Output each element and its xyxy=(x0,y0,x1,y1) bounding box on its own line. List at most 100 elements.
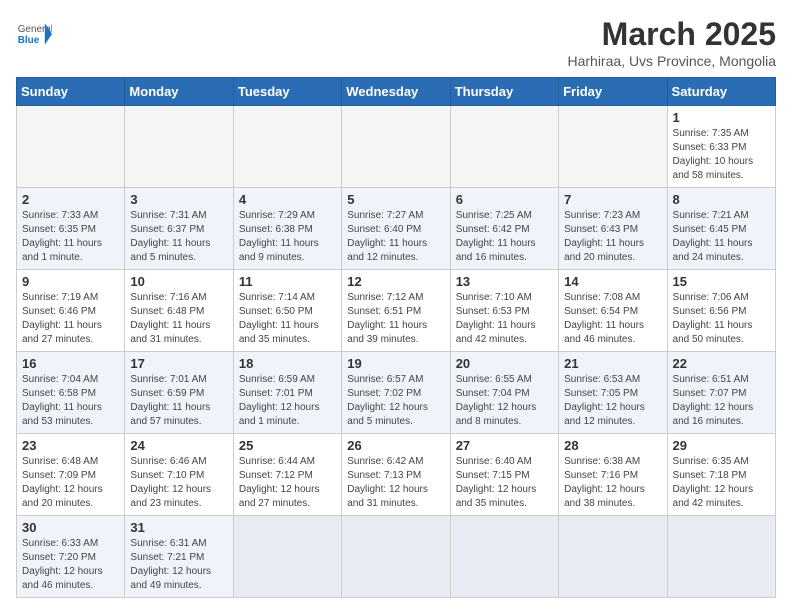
calendar-day-cell: 19 Sunrise: 6:57 AM Sunset: 7:02 PM Dayli… xyxy=(342,352,450,434)
day-number: 17 xyxy=(130,356,227,371)
day-header-friday: Friday xyxy=(559,78,667,106)
calendar-day-cell: 25 Sunrise: 6:44 AM Sunset: 7:12 PM Dayli… xyxy=(233,434,341,516)
logo: General Blue xyxy=(16,16,52,52)
day-info: Sunrise: 6:48 AM Sunset: 7:09 PM Dayligh… xyxy=(22,455,119,511)
calendar-day-cell: 5Sunrise: 7:27 AM Sunset: 6:40 PM Daylig… xyxy=(342,188,450,270)
day-number: 1 xyxy=(673,110,770,125)
day-info: Sunrise: 6:44 AM Sunset: 7:12 PM Dayligh… xyxy=(239,455,336,511)
calendar-day-cell: 29 Sunrise: 6:35 AM Sunset: 7:18 PM Dayli… xyxy=(667,434,775,516)
calendar-day-cell: 13 Sunrise: 7:10 AM Sunset: 6:53 PM Dayli… xyxy=(450,270,558,352)
day-number: 31 xyxy=(130,520,227,535)
calendar-day-cell: 3Sunrise: 7:31 AM Sunset: 6:37 PM Daylig… xyxy=(125,188,233,270)
day-info: Sunrise: 7:10 AM Sunset: 6:53 PM Dayligh… xyxy=(456,291,553,347)
calendar-week-row: 16 Sunrise: 7:04 AM Sunset: 6:58 PM Dayli… xyxy=(17,352,776,434)
calendar-day-cell: 15Sunrise: 7:06 AM Sunset: 6:56 PM Dayli… xyxy=(667,270,775,352)
day-info: Sunrise: 6:38 AM Sunset: 7:16 PM Dayligh… xyxy=(564,455,661,511)
day-info: Sunrise: 6:42 AM Sunset: 7:13 PM Dayligh… xyxy=(347,455,444,511)
calendar-day-cell xyxy=(559,106,667,188)
day-number: 10 xyxy=(130,274,227,289)
day-info: Sunrise: 7:19 AM Sunset: 6:46 PM Dayligh… xyxy=(22,291,119,347)
day-number: 24 xyxy=(130,438,227,453)
day-header-sunday: Sunday xyxy=(17,78,125,106)
day-info: Sunrise: 6:59 AM Sunset: 7:01 PM Dayligh… xyxy=(239,373,336,429)
day-number: 15 xyxy=(673,274,770,289)
calendar-day-cell: 6 Sunrise: 7:25 AM Sunset: 6:42 PM Daylig… xyxy=(450,188,558,270)
calendar-week-row: 2Sunrise: 7:33 AM Sunset: 6:35 PM Daylig… xyxy=(17,188,776,270)
day-info: Sunrise: 6:57 AM Sunset: 7:02 PM Dayligh… xyxy=(347,373,444,429)
day-number: 23 xyxy=(22,438,119,453)
day-info: Sunrise: 7:21 AM Sunset: 6:45 PM Dayligh… xyxy=(673,209,770,265)
day-header-monday: Monday xyxy=(125,78,233,106)
day-info: Sunrise: 6:53 AM Sunset: 7:05 PM Dayligh… xyxy=(564,373,661,429)
calendar-day-cell: 12 Sunrise: 7:12 AM Sunset: 6:51 PM Dayli… xyxy=(342,270,450,352)
calendar-day-cell xyxy=(233,106,341,188)
day-header-wednesday: Wednesday xyxy=(342,78,450,106)
day-number: 21 xyxy=(564,356,661,371)
calendar-day-cell: 23 Sunrise: 6:48 AM Sunset: 7:09 PM Dayli… xyxy=(17,434,125,516)
day-number: 16 xyxy=(22,356,119,371)
calendar-day-cell xyxy=(233,516,341,598)
calendar-day-cell xyxy=(450,106,558,188)
day-number: 12 xyxy=(347,274,444,289)
day-number: 30 xyxy=(22,520,119,535)
day-info: Sunrise: 7:23 AM Sunset: 6:43 PM Dayligh… xyxy=(564,209,661,265)
day-info: Sunrise: 7:25 AM Sunset: 6:42 PM Dayligh… xyxy=(456,209,553,265)
day-number: 3 xyxy=(130,192,227,207)
calendar-day-cell: 27 Sunrise: 6:40 AM Sunset: 7:15 PM Dayli… xyxy=(450,434,558,516)
day-info: Sunrise: 6:40 AM Sunset: 7:15 PM Dayligh… xyxy=(456,455,553,511)
day-header-tuesday: Tuesday xyxy=(233,78,341,106)
calendar-day-cell: 31 Sunrise: 6:31 AM Sunset: 7:21 PM Dayli… xyxy=(125,516,233,598)
day-info: Sunrise: 7:08 AM Sunset: 6:54 PM Dayligh… xyxy=(564,291,661,347)
day-info: Sunrise: 7:14 AM Sunset: 6:50 PM Dayligh… xyxy=(239,291,336,347)
day-info: Sunrise: 6:33 AM Sunset: 7:20 PM Dayligh… xyxy=(22,537,119,593)
calendar-day-cell: 24 Sunrise: 6:46 AM Sunset: 7:10 PM Dayli… xyxy=(125,434,233,516)
day-number: 7 xyxy=(564,192,661,207)
calendar-day-cell: 17 Sunrise: 7:01 AM Sunset: 6:59 PM Dayli… xyxy=(125,352,233,434)
day-info: Sunrise: 7:16 AM Sunset: 6:48 PM Dayligh… xyxy=(130,291,227,347)
day-info: Sunrise: 7:27 AM Sunset: 6:40 PM Dayligh… xyxy=(347,209,444,265)
calendar: SundayMondayTuesdayWednesdayThursdayFrid… xyxy=(16,77,776,598)
day-info: Sunrise: 7:04 AM Sunset: 6:58 PM Dayligh… xyxy=(22,373,119,429)
title-area: March 2025 Harhiraa, Uvs Province, Mongo… xyxy=(567,16,776,69)
day-number: 29 xyxy=(673,438,770,453)
day-info: Sunrise: 6:46 AM Sunset: 7:10 PM Dayligh… xyxy=(130,455,227,511)
calendar-day-cell: 20Sunrise: 6:55 AM Sunset: 7:04 PM Dayli… xyxy=(450,352,558,434)
day-header-thursday: Thursday xyxy=(450,78,558,106)
calendar-day-cell: 18Sunrise: 6:59 AM Sunset: 7:01 PM Dayli… xyxy=(233,352,341,434)
calendar-day-cell xyxy=(559,516,667,598)
calendar-day-cell xyxy=(342,516,450,598)
calendar-day-cell: 26 Sunrise: 6:42 AM Sunset: 7:13 PM Dayli… xyxy=(342,434,450,516)
calendar-day-cell xyxy=(17,106,125,188)
calendar-day-cell: 16 Sunrise: 7:04 AM Sunset: 6:58 PM Dayli… xyxy=(17,352,125,434)
day-info: Sunrise: 6:35 AM Sunset: 7:18 PM Dayligh… xyxy=(673,455,770,511)
calendar-week-row: 23 Sunrise: 6:48 AM Sunset: 7:09 PM Dayli… xyxy=(17,434,776,516)
day-number: 27 xyxy=(456,438,553,453)
day-header-saturday: Saturday xyxy=(667,78,775,106)
day-number: 19 xyxy=(347,356,444,371)
calendar-header-row: SundayMondayTuesdayWednesdayThursdayFrid… xyxy=(17,78,776,106)
calendar-day-cell xyxy=(125,106,233,188)
calendar-day-cell: 22 Sunrise: 6:51 AM Sunset: 7:07 PM Dayli… xyxy=(667,352,775,434)
day-number: 26 xyxy=(347,438,444,453)
subtitle: Harhiraa, Uvs Province, Mongolia xyxy=(567,53,776,69)
day-info: Sunrise: 7:29 AM Sunset: 6:38 PM Dayligh… xyxy=(239,209,336,265)
day-number: 9 xyxy=(22,274,119,289)
day-info: Sunrise: 6:51 AM Sunset: 7:07 PM Dayligh… xyxy=(673,373,770,429)
svg-text:Blue: Blue xyxy=(18,35,40,46)
day-info: Sunrise: 7:01 AM Sunset: 6:59 PM Dayligh… xyxy=(130,373,227,429)
day-number: 25 xyxy=(239,438,336,453)
day-number: 13 xyxy=(456,274,553,289)
day-info: Sunrise: 7:12 AM Sunset: 6:51 PM Dayligh… xyxy=(347,291,444,347)
day-number: 4 xyxy=(239,192,336,207)
calendar-day-cell: 2Sunrise: 7:33 AM Sunset: 6:35 PM Daylig… xyxy=(17,188,125,270)
month-title: March 2025 xyxy=(567,16,776,53)
day-info: Sunrise: 6:31 AM Sunset: 7:21 PM Dayligh… xyxy=(130,537,227,593)
day-info: Sunrise: 7:33 AM Sunset: 6:35 PM Dayligh… xyxy=(22,209,119,265)
calendar-day-cell: 1Sunrise: 7:35 AM Sunset: 6:33 PM Daylig… xyxy=(667,106,775,188)
day-number: 20 xyxy=(456,356,553,371)
day-number: 22 xyxy=(673,356,770,371)
day-number: 6 xyxy=(456,192,553,207)
day-number: 8 xyxy=(673,192,770,207)
calendar-day-cell xyxy=(667,516,775,598)
calendar-week-row: 1Sunrise: 7:35 AM Sunset: 6:33 PM Daylig… xyxy=(17,106,776,188)
